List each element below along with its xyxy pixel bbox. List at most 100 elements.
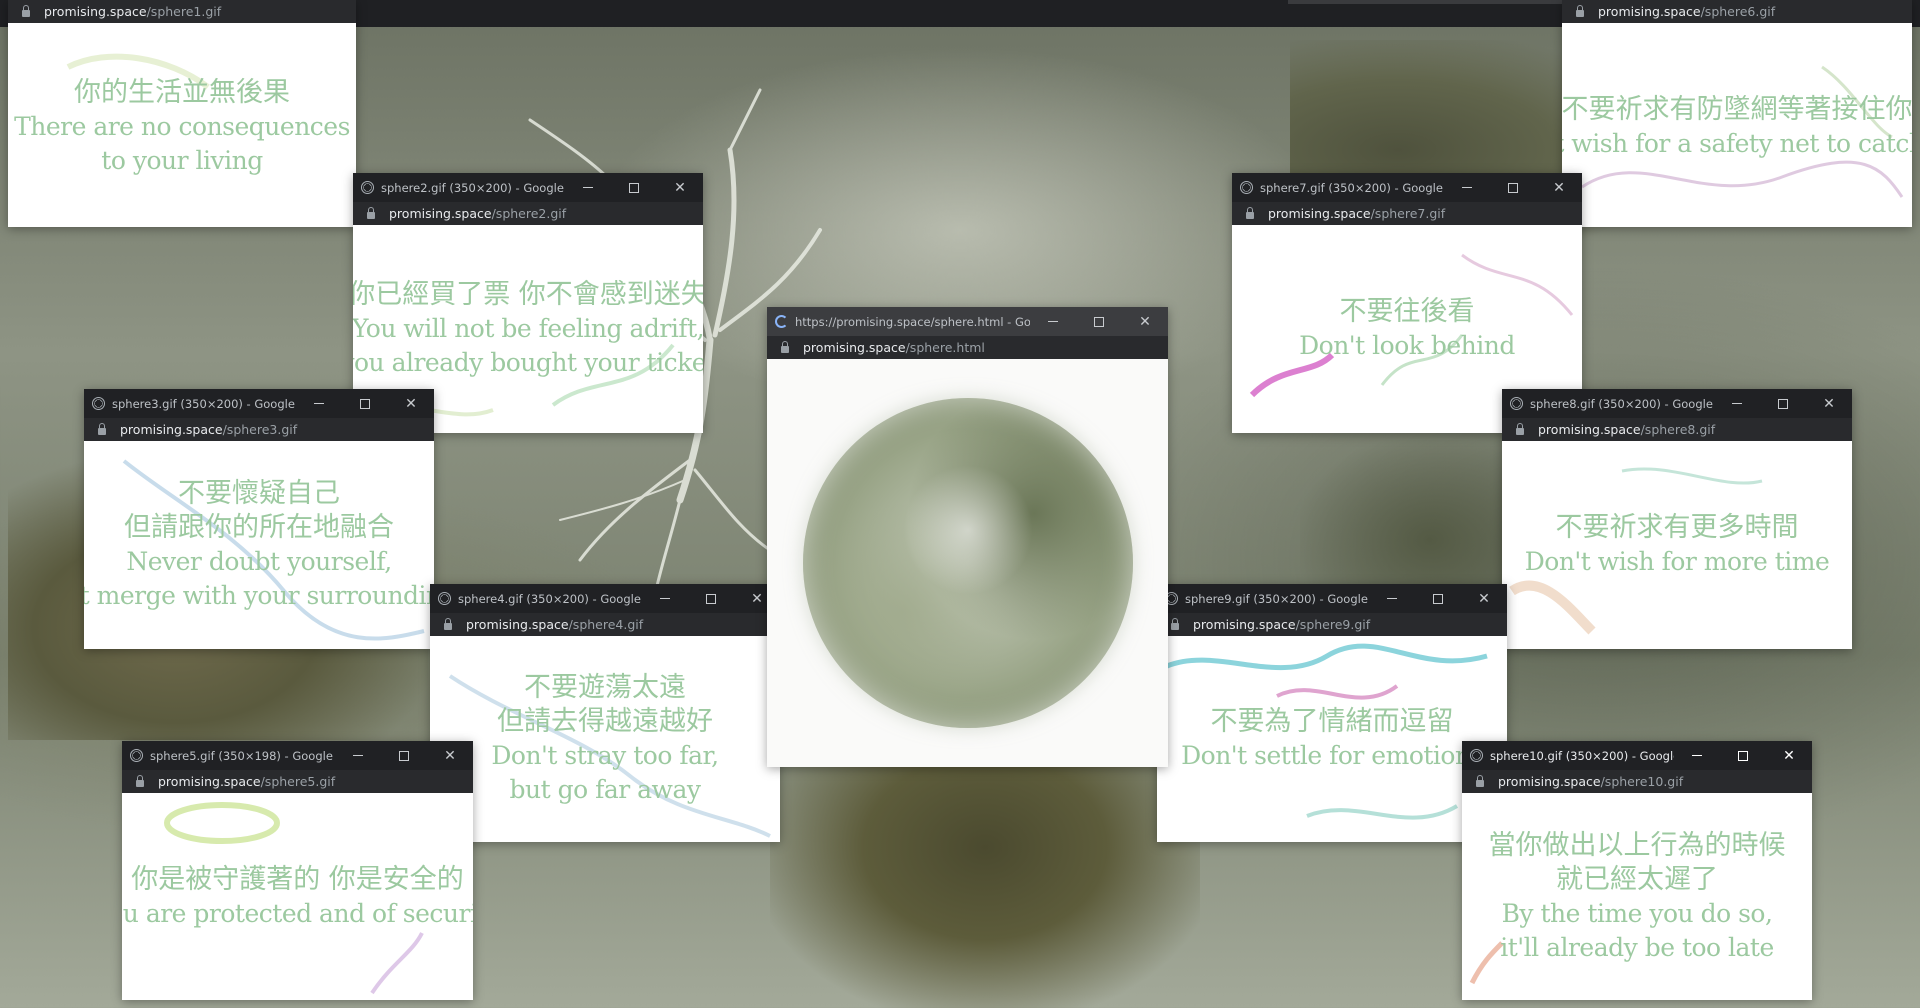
browser-window-sphere9[interactable]: sphere9.gif (350×200) - Google C... ✕ pr… [1157,584,1507,842]
minimize-button[interactable] [1030,307,1076,336]
window-titlebar[interactable]: sphere5.gif (350×198) - Google C... ✕ [122,741,473,770]
window-title: sphere2.gif (350×200) - Google C... [381,180,565,195]
url-path: /sphere1.gif [146,4,222,19]
window-title: https://promising.space/sphere.html - Go… [795,314,1030,329]
maximize-button[interactable] [342,389,388,418]
url-path: /sphere6.gif [1700,4,1776,19]
caption-english: By the time you do so, [1501,898,1773,928]
browser-window-sphere-main[interactable]: https://promising.space/sphere.html - Go… [767,307,1168,767]
close-button[interactable]: ✕ [1122,307,1168,336]
globe-icon [1470,749,1483,762]
address-bar[interactable]: promising.space /sphere8.gif [1502,418,1852,441]
url-path: /sphere7.gif [1370,206,1446,221]
browser-window-sphere6[interactable]: promising.space /sphere6.gif 不要祈求有防墜網等著接… [1562,0,1912,227]
browser-window-sphere4[interactable]: sphere4.gif (350×200) - Google C... ✕ pr… [430,584,780,842]
window-titlebar[interactable]: sphere9.gif (350×200) - Google C... ✕ [1157,584,1507,613]
window-titlebar[interactable]: sphere7.gif (350×200) - Google C... ✕ [1232,173,1582,202]
address-bar[interactable]: promising.space /sphere9.gif [1157,613,1507,636]
url-host: promising.space [44,4,147,19]
close-button[interactable]: ✕ [1536,173,1582,202]
lock-icon [22,4,30,17]
url-host: promising.space [389,206,492,221]
browser-window-sphere1[interactable]: promising.space /sphere1.gif 你的生活並無後果 Th… [8,0,356,227]
maximize-button[interactable] [381,741,427,770]
minimize-icon [1732,402,1742,405]
close-button[interactable]: ✕ [1766,741,1812,770]
caption-english: to your living [101,146,263,175]
maximize-button[interactable] [688,584,734,613]
caption-english: Don't wish for a safety net to catch you [1562,129,1912,158]
browser-window-sphere8[interactable]: sphere8.gif (350×200) - Google C... ✕ pr… [1502,389,1852,649]
minimize-button[interactable] [1444,173,1490,202]
close-icon: ✕ [444,747,456,764]
address-bar[interactable]: promising.space /sphere3.gif [84,418,434,441]
minimize-button[interactable] [642,584,688,613]
gif-content: 不要懷疑自己 但請跟你的所在地融合 Never doubt yourself, … [84,441,434,649]
maximize-button[interactable] [1415,584,1461,613]
caption-chinese: 就已經太遲了 [1556,863,1718,895]
minimize-icon [314,402,324,405]
address-bar[interactable]: promising.space /sphere1.gif [8,0,356,23]
caption-english: Don't stray too far, [491,741,719,770]
browser-window-sphere5[interactable]: sphere5.gif (350×198) - Google C... ✕ pr… [122,741,473,1000]
window-title: sphere3.gif (350×200) - Google C... [112,396,296,411]
address-bar[interactable]: promising.space /sphere6.gif [1562,0,1912,23]
close-button[interactable]: ✕ [657,173,703,202]
minimize-icon [583,186,593,189]
minimize-button[interactable] [1369,584,1415,613]
url-path: /sphere.html [905,340,985,355]
minimize-button[interactable] [296,389,342,418]
maximize-button[interactable] [1760,389,1806,418]
address-bar[interactable]: promising.space /sphere5.gif [122,770,473,793]
maximize-button[interactable] [1076,307,1122,336]
window-titlebar[interactable]: sphere10.gif (350×200) - Google... ✕ [1462,741,1812,770]
window-titlebar[interactable]: sphere2.gif (350×200) - Google C... ✕ [353,173,703,202]
gif-content: 不要祈求有更多時間 Don't wish for more time [1502,441,1852,649]
address-bar[interactable]: promising.space /sphere2.gif [353,202,703,225]
window-title: sphere8.gif (350×200) - Google C... [1530,396,1714,411]
window-titlebar[interactable]: sphere8.gif (350×200) - Google C... ✕ [1502,389,1852,418]
close-icon: ✕ [1823,395,1835,412]
caption-chinese: 你已經買了票 你不會感到迷失 [353,279,703,310]
url-host: promising.space [803,340,906,355]
minimize-button[interactable] [565,173,611,202]
loading-spinner-icon [775,315,788,328]
minimize-icon [1462,186,1472,189]
address-bar[interactable]: promising.space /sphere4.gif [430,613,780,636]
caption-chinese: 當你做出以上行為的時候 [1488,829,1786,861]
address-bar[interactable]: promising.space /sphere7.gif [1232,202,1582,225]
maximize-button[interactable] [611,173,657,202]
maximize-icon [1508,182,1518,193]
minimize-button[interactable] [1674,741,1720,770]
url-host: promising.space [1193,617,1296,632]
url-host: promising.space [466,617,569,632]
close-button[interactable]: ✕ [388,389,434,418]
window-titlebar[interactable]: https://promising.space/sphere.html - Go… [767,307,1168,336]
url-host: promising.space [158,774,261,789]
caption-english: you already bought your ticket [353,348,703,377]
browser-window-sphere3[interactable]: sphere3.gif (350×200) - Google C... ✕ pr… [84,389,434,649]
maximize-button[interactable] [1490,173,1536,202]
window-titlebar[interactable]: sphere3.gif (350×200) - Google C... ✕ [84,389,434,418]
url-host: promising.space [1538,422,1641,437]
window-titlebar[interactable]: sphere4.gif (350×200) - Google C... ✕ [430,584,780,613]
url-path: /sphere8.gif [1640,422,1716,437]
minimize-button[interactable] [1714,389,1760,418]
lock-icon [1476,774,1484,787]
minimize-icon [1048,320,1058,323]
sphere-canvas[interactable] [767,359,1168,767]
globe-icon [130,749,143,762]
url-host: promising.space [120,422,223,437]
address-bar[interactable]: promising.space /sphere10.gif [1462,770,1812,793]
window-title: sphere9.gif (350×200) - Google C... [1185,591,1369,606]
browser-window-sphere10[interactable]: sphere10.gif (350×200) - Google... ✕ pro… [1462,741,1812,1000]
close-button[interactable]: ✕ [1806,389,1852,418]
close-button[interactable]: ✕ [427,741,473,770]
globe-icon [361,181,374,194]
close-button[interactable]: ✕ [1461,584,1507,613]
maximize-button[interactable] [1720,741,1766,770]
url-host: promising.space [1598,4,1701,19]
minimize-button[interactable] [335,741,381,770]
url-path: /sphere4.gif [568,617,644,632]
address-bar[interactable]: promising.space /sphere.html [767,336,1168,359]
